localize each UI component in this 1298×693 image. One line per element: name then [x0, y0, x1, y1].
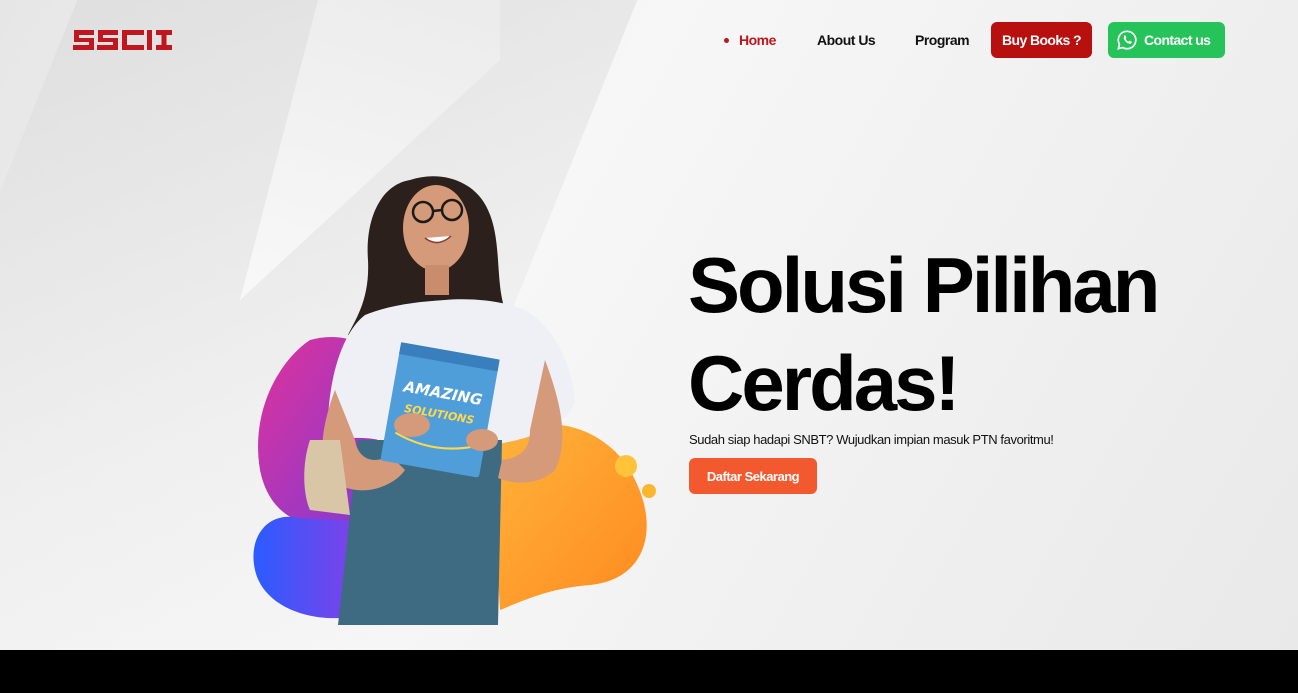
register-now-button[interactable]: Daftar Sekarang: [689, 458, 817, 494]
headline-line-2: Cerdas!: [688, 339, 960, 427]
buy-books-button[interactable]: Buy Books ?: [991, 22, 1092, 58]
active-indicator: [724, 37, 729, 43]
hero-section: Home About Us Program Buy Books ? Contac…: [0, 0, 1298, 650]
footer-bar: [0, 650, 1298, 693]
contact-us-label: Contact us: [1144, 32, 1211, 48]
contact-us-button[interactable]: Contact us: [1108, 22, 1225, 58]
nav-home-link[interactable]: Home: [724, 32, 776, 48]
hero-graphic: AMAZING SOLUTIONS: [253, 176, 656, 625]
nav-about-link[interactable]: About Us: [817, 32, 876, 48]
ssci-logo[interactable]: [72, 26, 174, 54]
nav-program-link[interactable]: Program: [915, 32, 970, 48]
whatsapp-icon: [1117, 30, 1137, 50]
hero-illustration: AMAZING SOLUTIONS: [240, 140, 670, 640]
headline-line-1: Solusi Pilihan: [688, 241, 1160, 329]
nav-home-label: Home: [739, 32, 776, 48]
hero-subtitle: Sudah siap hadapi SNBT? Wujudkan impian …: [689, 432, 1054, 447]
hero-headline: Solusi Pilihan Cerdas!: [688, 236, 1248, 432]
